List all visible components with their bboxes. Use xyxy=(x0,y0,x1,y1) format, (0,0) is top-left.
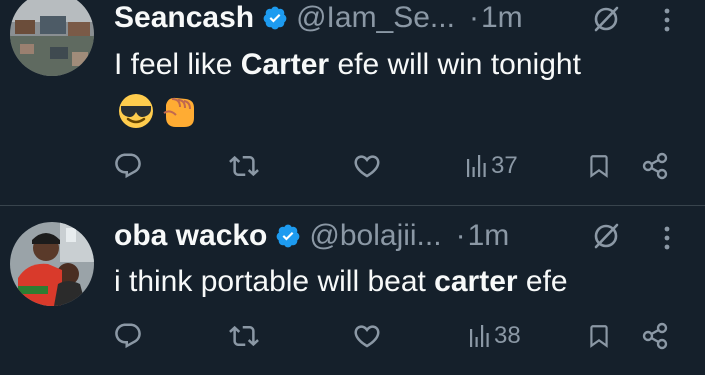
bold-text: carter xyxy=(434,265,518,298)
views-count[interactable]: 38 xyxy=(466,316,521,356)
avatar[interactable] xyxy=(10,222,94,306)
timestamp[interactable]: 1m xyxy=(468,219,510,253)
retweet-icon[interactable] xyxy=(229,316,259,356)
display-name[interactable]: oba wacko xyxy=(114,219,267,253)
views-label: 38 xyxy=(494,322,521,349)
grok-icon[interactable] xyxy=(591,221,621,251)
bookmark-icon[interactable] xyxy=(586,316,612,356)
handle[interactable]: @bolajii... xyxy=(309,219,441,253)
verified-badge-icon xyxy=(275,223,301,249)
like-icon[interactable] xyxy=(352,316,382,356)
share-icon[interactable] xyxy=(641,316,669,356)
separator: · xyxy=(455,219,466,252)
views-icon xyxy=(469,323,491,349)
tweet-actions: 38 xyxy=(0,316,705,356)
tweet[interactable]: oba wacko @bolajii... · 1m i think porta… xyxy=(0,0,705,375)
more-options-icon[interactable] xyxy=(662,224,672,257)
tweet-header: oba wacko @bolajii... · 1m xyxy=(114,216,509,256)
reply-icon[interactable] xyxy=(113,316,143,356)
tweet-text: i think portable will beat carter efe xyxy=(114,265,568,298)
